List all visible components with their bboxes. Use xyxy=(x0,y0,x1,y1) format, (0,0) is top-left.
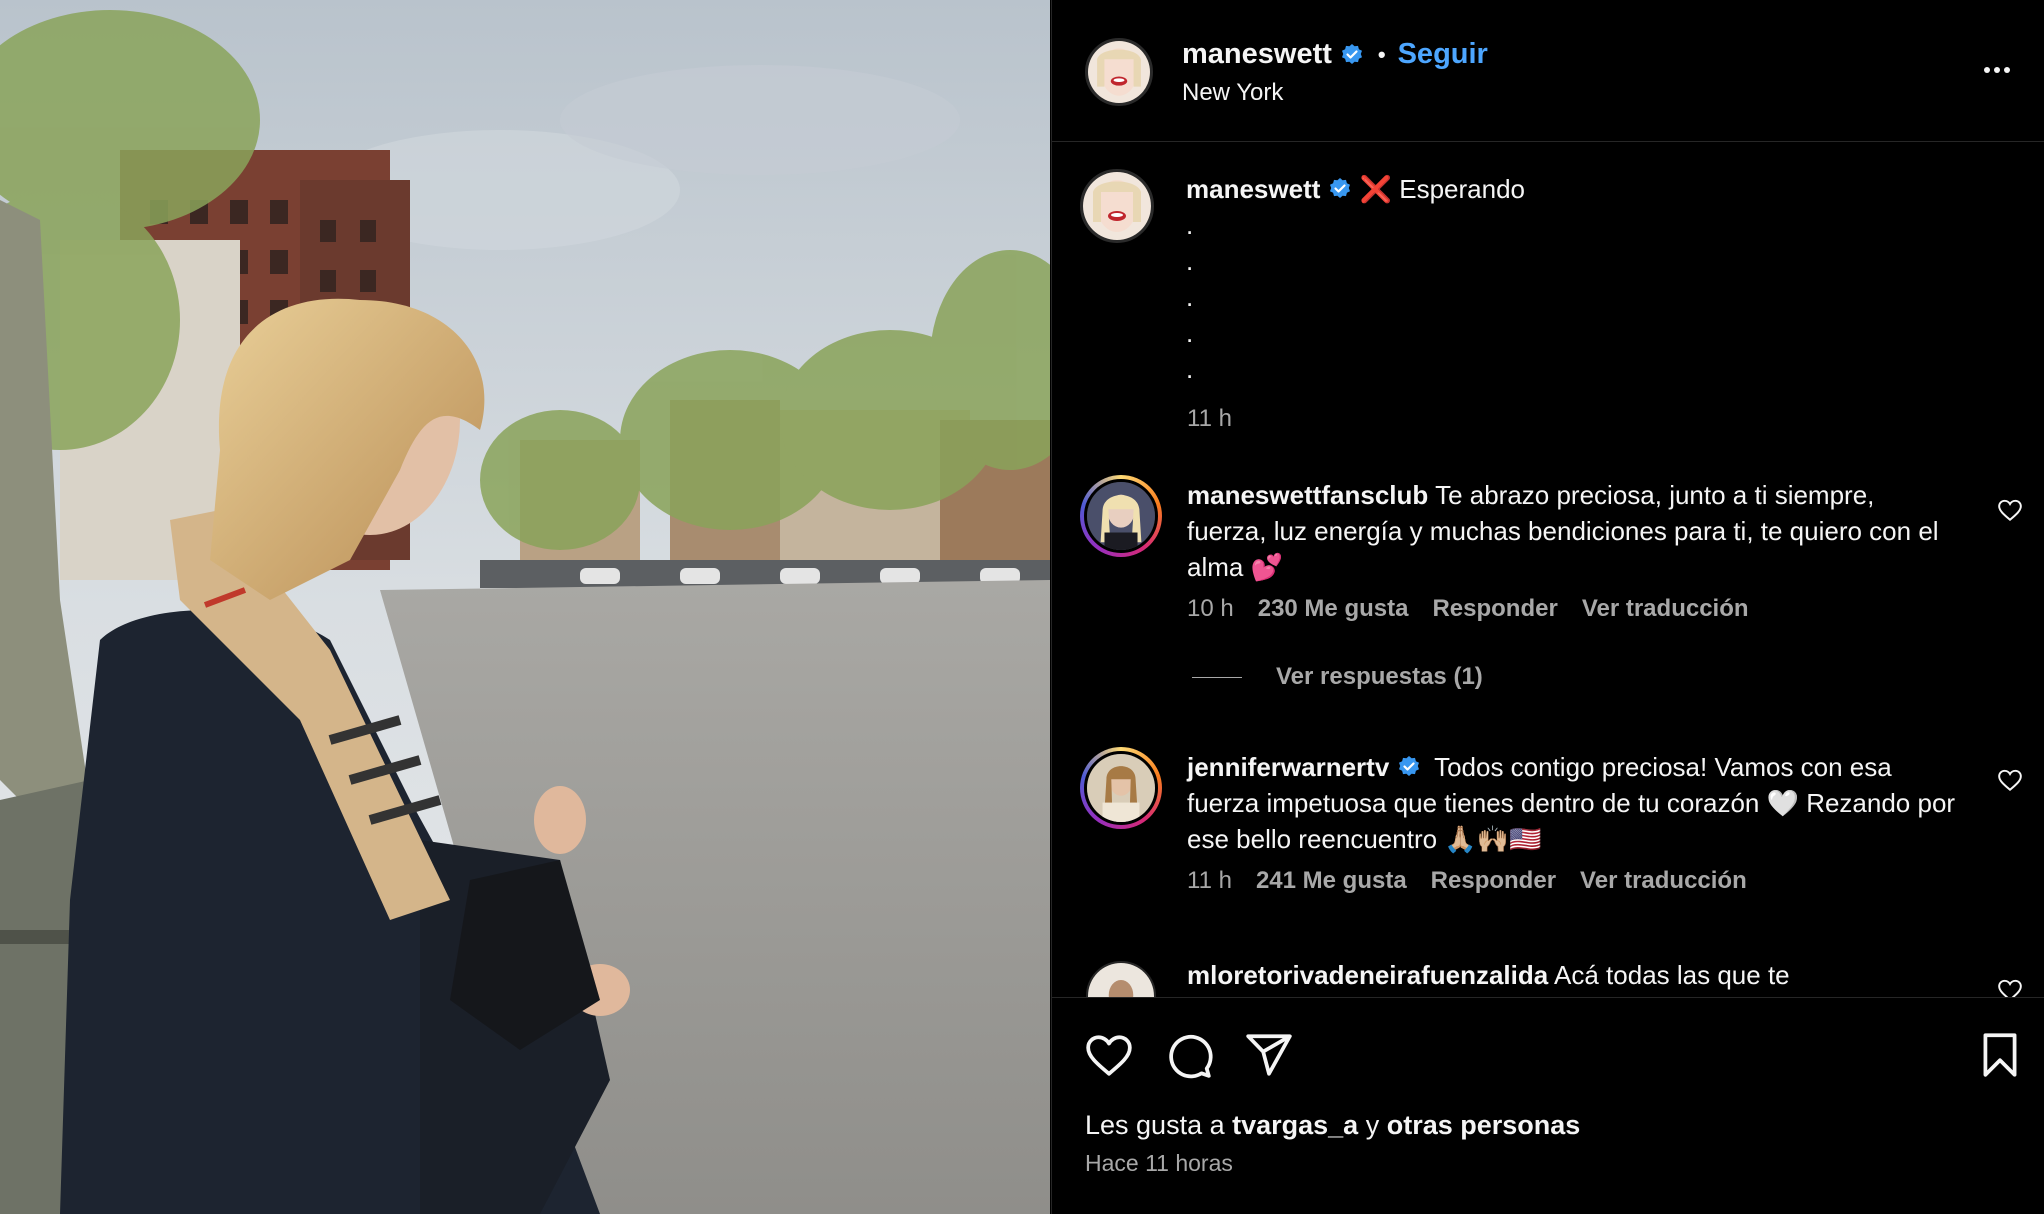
post-panel: maneswett • Seguir New York maneswett ❌ … xyxy=(1051,0,2044,1214)
caption-meta: 11 h xyxy=(1187,405,1256,433)
verified-badge-icon xyxy=(1397,755,1421,779)
bookmark-save-icon[interactable] xyxy=(1975,1030,2025,1080)
comment-meta: 11 h 241 Me gusta Responder Ver traducci… xyxy=(1187,867,1771,895)
caption-text: Esperando xyxy=(1399,174,1525,204)
translate-button[interactable]: Ver traducción xyxy=(1582,595,1749,623)
like-comment-heart-icon[interactable] xyxy=(1997,497,2023,523)
commenter-avatar[interactable] xyxy=(1086,961,1156,997)
avatar-image xyxy=(1088,41,1150,103)
comments-list[interactable]: maneswett ❌ Esperando . . . . . 11 h man… xyxy=(1052,143,2044,998)
follow-button[interactable]: Seguir xyxy=(1398,38,1488,71)
verified-badge-icon xyxy=(1328,177,1352,201)
replies-divider xyxy=(1192,676,1242,678)
caption-dot-5: . xyxy=(1186,354,1194,384)
location-link[interactable]: New York xyxy=(1182,79,1283,107)
avatar-image xyxy=(1083,172,1151,240)
comment-text: Acá todas las que te xyxy=(1554,960,1790,990)
comment-body: jenniferwarnertv Todos contigo preciosa!… xyxy=(1187,749,1957,857)
author-username[interactable]: maneswett xyxy=(1182,38,1332,71)
separator-dot: • xyxy=(1377,41,1386,67)
comment-time[interactable]: 10 h xyxy=(1187,595,1234,623)
post-image xyxy=(0,0,1050,1214)
more-options-icon[interactable] xyxy=(1979,52,2015,88)
comment-username[interactable]: mloretorivadeneirafuenzalida xyxy=(1187,960,1548,990)
commenter-avatar[interactable] xyxy=(1080,747,1162,829)
view-replies-label: Ver respuestas (1) xyxy=(1276,663,1483,690)
reply-button[interactable]: Responder xyxy=(1431,867,1556,895)
comment-time[interactable]: 11 h xyxy=(1187,867,1232,895)
like-heart-icon[interactable] xyxy=(1084,1030,1134,1080)
commenter-avatar[interactable] xyxy=(1080,475,1162,557)
author-avatar[interactable] xyxy=(1085,38,1153,106)
avatar-image xyxy=(1084,751,1158,825)
avatar-image xyxy=(1088,963,1154,997)
comment-username[interactable]: jenniferwarnertv xyxy=(1187,752,1389,782)
header-user-row: maneswett • Seguir xyxy=(1182,38,1488,71)
comment-body: maneswettfansclub Te abrazo preciosa, ju… xyxy=(1187,477,1957,585)
likes-prefix: Les gusta a xyxy=(1085,1110,1233,1140)
reply-button[interactable]: Responder xyxy=(1432,595,1557,623)
cross-mark-emoji: ❌ xyxy=(1359,174,1392,204)
share-send-icon[interactable] xyxy=(1244,1030,1294,1080)
likes-mid: y xyxy=(1358,1110,1387,1140)
like-comment-heart-icon[interactable] xyxy=(1997,767,2023,793)
caption-dot-2: . xyxy=(1186,246,1194,276)
like-comment-heart-icon[interactable] xyxy=(1997,977,2023,997)
caption-body: maneswett ❌ Esperando . . . . . xyxy=(1186,171,1956,387)
caption-avatar[interactable] xyxy=(1080,169,1154,243)
post-actions: Les gusta a tvargas_a y otras personas H… xyxy=(1052,1000,2044,1214)
caption-dot-4: . xyxy=(1186,318,1194,348)
avatar-image xyxy=(1084,479,1158,553)
comment-bubble-icon[interactable] xyxy=(1164,1030,1214,1080)
likes-user-link[interactable]: tvargas_a xyxy=(1232,1110,1358,1140)
comment-meta: 10 h 230 Me gusta Responder Ver traducci… xyxy=(1187,595,1773,623)
post-header: maneswett • Seguir New York xyxy=(1052,0,2044,142)
verified-badge-icon xyxy=(1340,43,1364,67)
translate-button[interactable]: Ver traducción xyxy=(1580,867,1747,895)
caption-time[interactable]: 11 h xyxy=(1187,405,1232,433)
likes-summary: Les gusta a tvargas_a y otras personas xyxy=(1085,1110,1580,1141)
comment-username[interactable]: maneswettfansclub xyxy=(1187,480,1428,510)
caption-dot-3: . xyxy=(1186,282,1194,312)
caption-dot-1: . xyxy=(1186,210,1194,240)
comment-body: mloretorivadeneirafuenzalida Acá todas l… xyxy=(1187,957,1957,993)
post-timestamp[interactable]: Hace 11 horas xyxy=(1085,1150,1233,1177)
view-replies-button[interactable]: Ver respuestas (1) xyxy=(1192,663,1483,691)
caption-username[interactable]: maneswett xyxy=(1186,174,1320,204)
post-photo[interactable] xyxy=(0,0,1050,1214)
comment-likes[interactable]: 241 Me gusta xyxy=(1256,867,1407,895)
likes-others-link[interactable]: otras personas xyxy=(1387,1110,1581,1140)
comment-likes[interactable]: 230 Me gusta xyxy=(1258,595,1409,623)
